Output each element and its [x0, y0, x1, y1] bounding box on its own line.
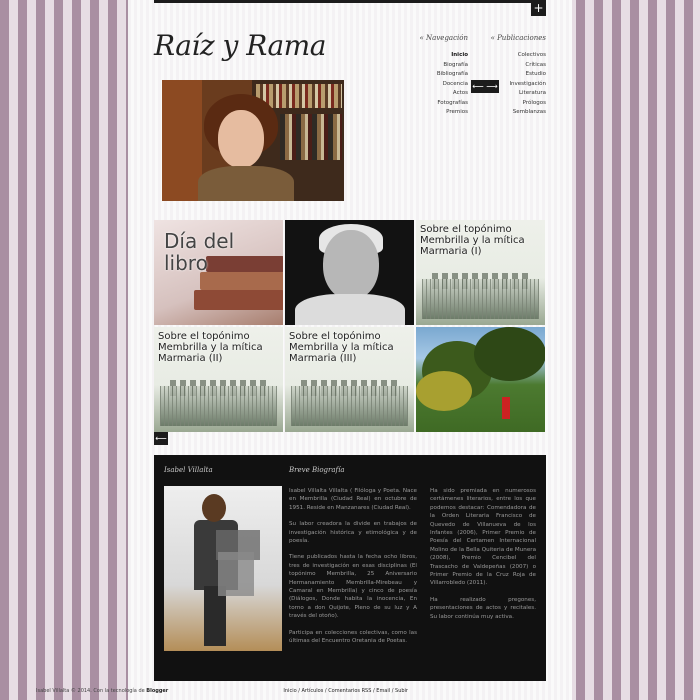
blogger-link[interactable]: Blogger	[146, 688, 168, 694]
arrow-left-icon[interactable]: ⟵	[154, 432, 168, 445]
pub-item-criticas[interactable]: Críticas	[468, 61, 546, 71]
featured-posts-grid: Día del libro Sobre el topónimo Membrill…	[154, 220, 546, 432]
author-photo	[164, 486, 282, 651]
tile-title: Día del libro	[164, 229, 235, 275]
footer-links: Inicio / Artículos / Comentarios RSS / E…	[283, 688, 408, 694]
nav-item-biografia[interactable]: Biografía	[394, 61, 468, 71]
nav-item-bibliografia[interactable]: Bibliografía	[394, 70, 468, 80]
bio-paragraph: Ha realizado pregones, presentaciones de…	[430, 596, 536, 620]
tile-title: Sobre el topónimo Membrilla y la mítica …	[420, 224, 525, 257]
nav-item-premios[interactable]: Premios	[394, 108, 468, 118]
arrow-right-icon[interactable]: ⟶	[485, 80, 499, 93]
publications-heading: « Publicaciones	[490, 34, 546, 42]
bio-column-2: Ha sido premiada en numerosos certámenes…	[430, 487, 536, 629]
pub-item-prologos[interactable]: Prólogos	[468, 99, 546, 109]
navigation-menu: « Navegación Inicio Biografía Bibliograf…	[394, 34, 468, 118]
nav-item-fotografias[interactable]: Fotografías	[394, 99, 468, 109]
featured-post-park-photo[interactable]	[416, 327, 545, 432]
bio-heading: Breve Biografía	[289, 466, 345, 474]
pub-item-colectivos[interactable]: Colectivos	[468, 51, 546, 61]
bio-column-1: Isabel Villalta Villalta ( Filóloga y Po…	[289, 487, 417, 654]
publications-menu: « Publicaciones Colectivos Críticas Estu…	[468, 34, 546, 118]
bio-paragraph: Su labor creadora la divide en trabajos …	[289, 521, 417, 545]
site-title[interactable]: Raíz y Rama	[154, 29, 326, 62]
top-bar	[154, 0, 546, 3]
nav-item-docencia[interactable]: Docencia	[394, 80, 468, 90]
footer-link-subir[interactable]: Subir	[395, 688, 408, 694]
navigation-heading: « Navegación	[419, 34, 468, 42]
footer-link-inicio[interactable]: Inicio	[283, 688, 296, 694]
tile-title: Sobre el topónimo Membrilla y la mítica …	[158, 331, 263, 364]
about-panel: Isabel Villalta Breve Biografía Isabel V…	[154, 455, 546, 681]
arrow-left-icon[interactable]: ⟵	[471, 80, 485, 93]
hero-slideshow-nav: ⟵ ⟶	[471, 80, 499, 93]
pub-item-estudio[interactable]: Estudio	[468, 70, 546, 80]
nav-item-actos[interactable]: Actos	[394, 89, 468, 99]
pub-item-semblanzas[interactable]: Semblanzas	[468, 108, 546, 118]
tile-title: Sobre el topónimo Membrilla y la mítica …	[289, 331, 394, 364]
featured-post-dia-del-libro[interactable]: Día del libro	[154, 220, 283, 325]
bio-paragraph: Ha sido premiada en numerosos certámenes…	[430, 488, 536, 587]
hero-slideshow-image[interactable]	[162, 80, 344, 201]
bio-paragraph: Tiene publicados hasta la fecha ocho lib…	[289, 554, 417, 620]
featured-post-portrait[interactable]	[285, 220, 414, 325]
bio-paragraph: Participa en colecciones colectivas, com…	[289, 629, 417, 645]
nav-item-inicio[interactable]: Inicio	[394, 51, 468, 61]
footer-link-articulos[interactable]: Artículos	[302, 688, 324, 694]
copyright-notice: Isabel Villalta © 2014. Con la tecnologí…	[36, 688, 169, 694]
featured-post-membrilla-1[interactable]: Sobre el topónimo Membrilla y la mítica …	[416, 220, 545, 325]
footer-link-comentarios-rss[interactable]: Comentarios RSS	[328, 688, 371, 694]
page-container: + Raíz y Rama « Navegación Inicio Biogra…	[128, 0, 572, 700]
footer-link-email[interactable]: Email	[376, 688, 390, 694]
author-name-heading: Isabel Villalta	[164, 466, 213, 474]
expand-button[interactable]: +	[531, 0, 546, 16]
bio-paragraph: Isabel Villalta Villalta ( Filóloga y Po…	[289, 488, 417, 511]
featured-post-membrilla-2[interactable]: Sobre el topónimo Membrilla y la mítica …	[154, 327, 283, 432]
featured-post-membrilla-3[interactable]: Sobre el topónimo Membrilla y la mítica …	[285, 327, 414, 432]
